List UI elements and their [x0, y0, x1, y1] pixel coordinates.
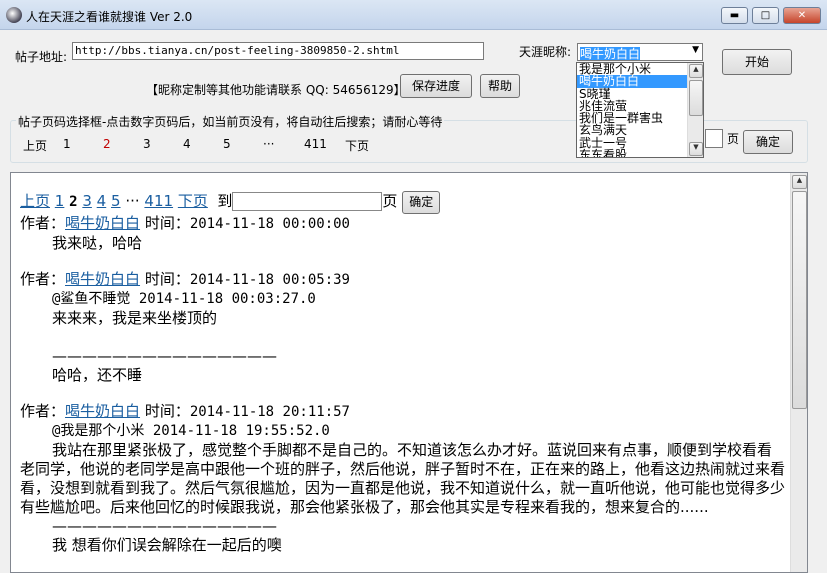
post-viewer: 上页 1 2 3 4 5 ··· 411 下页 到页 确定 作者：喝牛奶白白 时… [10, 172, 808, 573]
nick-option[interactable]: 东东看股 [577, 149, 703, 157]
post-line: 来来来，我是来坐楼顶的 [52, 309, 218, 327]
time-label: 时间： [144, 402, 190, 420]
author-link[interactable]: 喝牛奶白白 [65, 402, 140, 420]
contact-text: 【昵称定制等其他功能请联系 QQ: 54656129】 [146, 83, 406, 97]
maximize-button[interactable]: □ [752, 7, 779, 24]
author-link[interactable]: 喝牛奶白白 [65, 214, 140, 232]
post: 作者：喝牛奶白白 时间：2014-11-18 20:11:57 @我是那个小米 2… [20, 402, 785, 555]
go-button[interactable]: 确定 [743, 130, 793, 154]
pager-page[interactable]: 5 [223, 137, 231, 151]
post: 作者：喝牛奶白白 时间：2014-11-18 00:00:00 我来哒，哈哈 [20, 214, 785, 253]
url-label: 帖子地址: [15, 50, 68, 64]
viewer-page-input[interactable] [232, 192, 383, 211]
viewer-page-suffix: 页 [382, 192, 398, 210]
pager-legend: 帖子页码选择框-点击数字页码后，如当前页没有，将自动往后搜索；请耐心等待 [16, 113, 445, 130]
author-label: 作者： [20, 270, 66, 288]
chevron-down-icon[interactable]: ▼ [692, 45, 699, 55]
pager-page-current[interactable]: 2 [103, 137, 111, 151]
post-quote: @鲨鱼不睡觉 2014-11-18 00:03:27.0 [52, 291, 316, 307]
author-label: 作者： [20, 402, 66, 420]
start-button[interactable]: 开始 [722, 49, 792, 75]
post: 作者：喝牛奶白白 时间：2014-11-18 00:05:39 @鲨鱼不睡觉 20… [20, 270, 785, 385]
nick-selected: 喝牛奶白白 [580, 47, 641, 61]
url-input[interactable]: http://bbs.tianya.cn/post-feeling-380985… [72, 42, 484, 60]
viewer-page[interactable]: 1 [55, 192, 65, 210]
pager-prev[interactable]: 上页 [23, 137, 47, 154]
scroll-thumb[interactable] [792, 191, 807, 409]
pager-ellipsis: ··· [263, 137, 275, 151]
nick-label: 天涯昵称: [519, 45, 572, 59]
time-label: 时间： [144, 270, 190, 288]
time-label: 时间： [144, 214, 190, 232]
scroll-thumb[interactable] [689, 80, 703, 116]
post-line [20, 328, 785, 347]
nick-select[interactable]: 喝牛奶白白 ▼ [577, 43, 703, 61]
app-icon [6, 7, 22, 23]
viewer-prev[interactable]: 上页 [20, 192, 50, 210]
scroll-up-icon[interactable]: ▲ [792, 175, 807, 189]
nick-dropdown-list[interactable]: 我是那个小米 喝牛奶白白 S晓瑾 兆佳流萤 我们是一群害虫 玄鸟满天 武士一号 东东看股 ▲ … [576, 62, 704, 158]
viewer-scrollbar[interactable]: ▲ [790, 173, 807, 572]
author-link[interactable]: 喝牛奶白白 [65, 270, 140, 288]
viewer-go-button[interactable]: 确定 [402, 191, 441, 214]
post-time: 2014-11-18 20:11:57 [189, 404, 350, 420]
post-line: 哈哈，还不睡 [52, 366, 143, 384]
save-progress-button[interactable]: 保存进度 [400, 74, 472, 98]
post-line: 我 想看你们误会解除在一起后的噢 [52, 536, 282, 554]
pager-page[interactable]: 3 [143, 137, 151, 151]
viewer-ellipsis: ··· [125, 192, 140, 210]
viewer-page[interactable]: 4 [97, 192, 107, 210]
post-quote: @我是那个小米 2014-11-18 19:55:52.0 [52, 423, 330, 439]
author-label: 作者： [20, 214, 66, 232]
viewer-page[interactable]: 3 [82, 192, 92, 210]
help-button[interactable]: 帮助 [480, 74, 520, 98]
post-body: 我站在那里紧张极了，感觉整个手脚都不是自己的。不知道该怎么办才好。蓝说回来有点事… [20, 441, 786, 516]
page-input[interactable] [705, 129, 723, 148]
viewer-last[interactable]: 411 [144, 192, 173, 210]
close-button[interactable]: ✕ [783, 7, 821, 24]
post-line: ——————————————— [52, 517, 277, 535]
pager-page[interactable]: 1 [63, 137, 71, 151]
dropdown-scrollbar[interactable]: ▲ ▼ [687, 63, 703, 157]
post-line: ——————————————— [52, 347, 277, 365]
viewer-page-current: 2 [69, 194, 78, 210]
scroll-up-icon[interactable]: ▲ [689, 64, 703, 78]
pager-page[interactable]: 4 [183, 137, 191, 151]
pager-next[interactable]: 下页 [345, 137, 369, 154]
scroll-down-icon[interactable]: ▼ [689, 142, 703, 156]
post-line: 我来哒，哈哈 [52, 234, 143, 252]
viewer-to-label: 到 [217, 192, 233, 210]
post-time: 2014-11-18 00:05:39 [189, 272, 350, 288]
pager-last[interactable]: 411 [304, 137, 327, 151]
window-title: 人在天涯之看谁就搜谁 Ver 2.0 [26, 10, 193, 24]
viewer-pager: 上页 1 2 3 4 5 ··· 411 下页 到 页 确定 [20, 191, 785, 214]
viewer-next[interactable]: 下页 [178, 192, 208, 210]
post-time: 2014-11-18 00:00:00 [189, 216, 350, 232]
page-suffix: 页 [727, 132, 740, 146]
nick-option[interactable]: 玄鸟满天 [577, 124, 703, 136]
nick-option[interactable]: 喝牛奶白白 [577, 75, 703, 88]
viewer-page[interactable]: 5 [111, 192, 121, 210]
minimize-button[interactable]: ▬ [721, 7, 748, 24]
